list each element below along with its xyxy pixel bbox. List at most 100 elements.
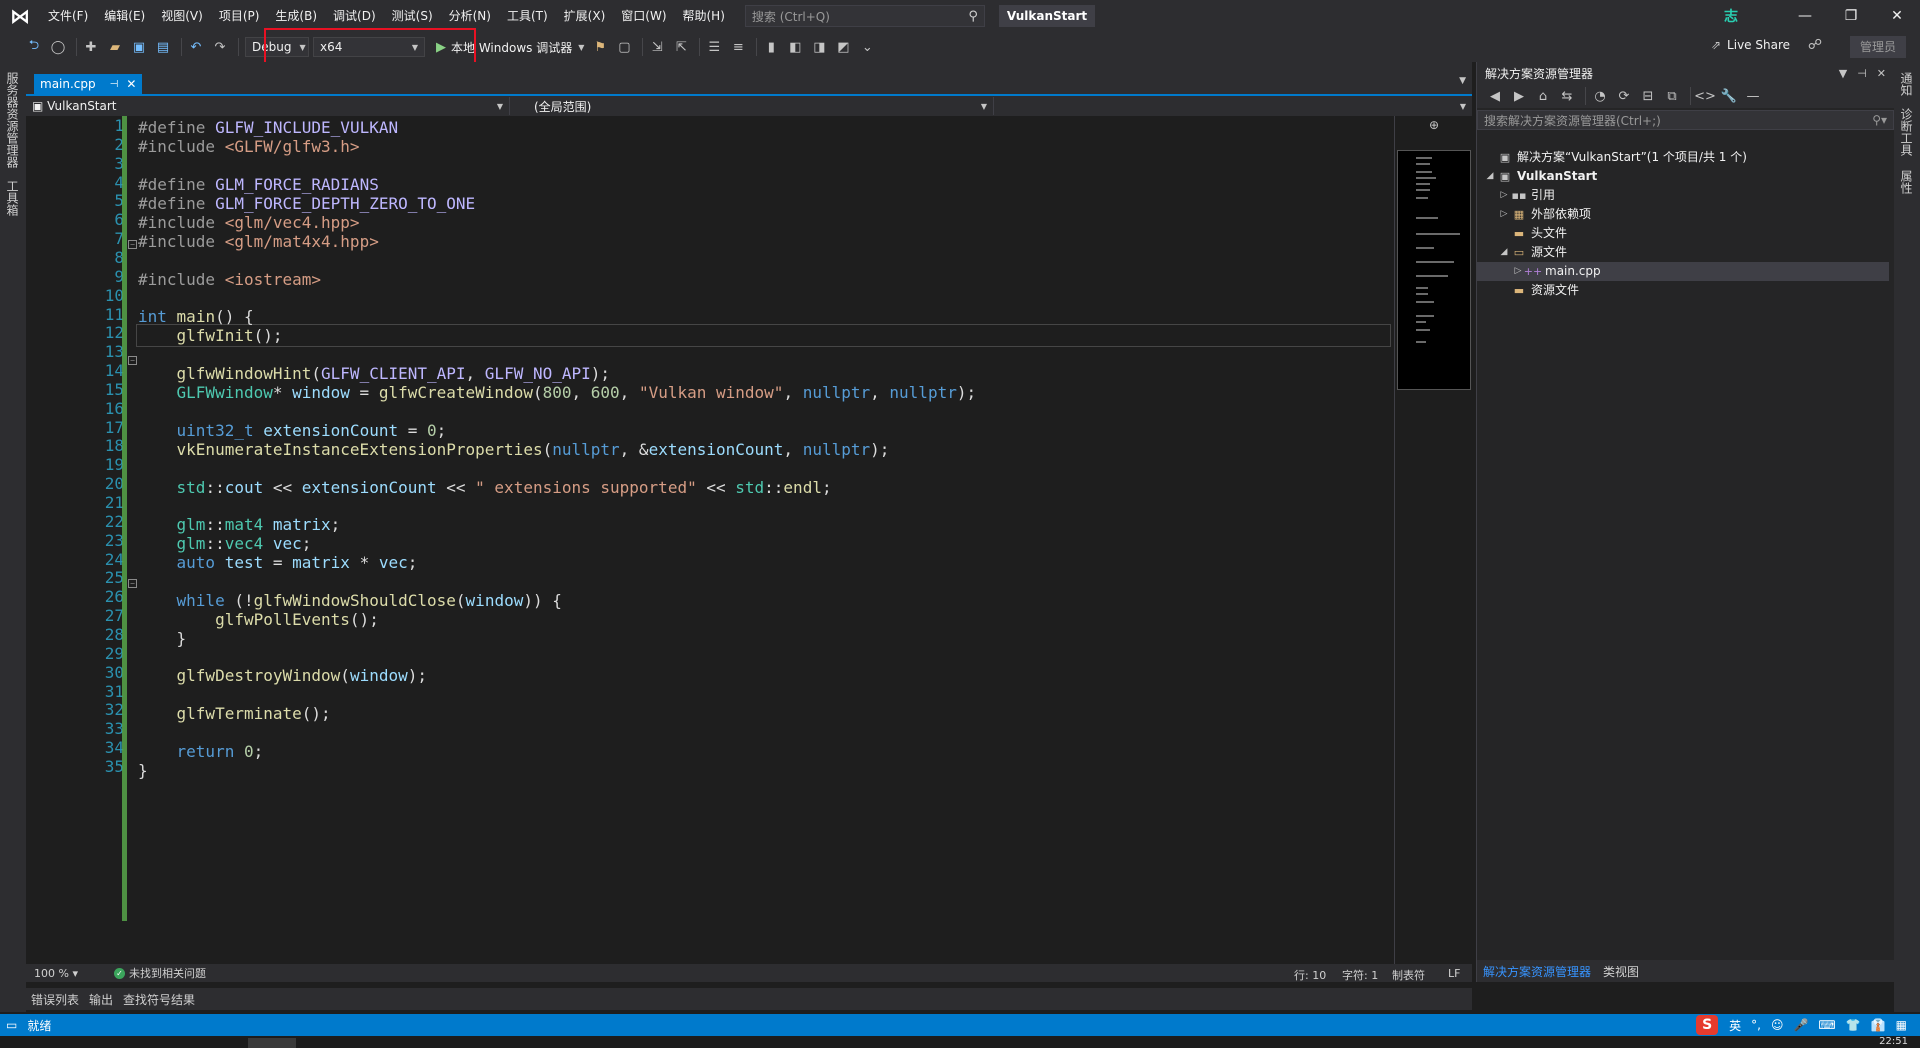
close-tab-icon[interactable]: ✕ xyxy=(126,77,136,91)
code-text-area[interactable]: #define GLFW_INCLUDE_VULKAN #include <GL… xyxy=(138,116,1378,964)
feedback-icon[interactable]: ☍ xyxy=(1808,37,1822,53)
menu-view[interactable]: 视图(V) xyxy=(153,0,211,32)
view-code-icon[interactable]: <> xyxy=(1694,86,1716,106)
tab-class-view[interactable]: 类视图 xyxy=(1597,963,1645,980)
punctuation-icon[interactable]: °, xyxy=(1751,1018,1761,1032)
forward-icon[interactable]: ◯ xyxy=(48,37,68,57)
switch-views-icon[interactable]: ⇆ xyxy=(1557,86,1577,106)
menu-window[interactable]: 窗口(W) xyxy=(613,0,674,32)
back-icon[interactable]: ◀ xyxy=(1485,86,1505,106)
notifications-tab[interactable]: 通知 xyxy=(1898,72,1915,96)
clear-bookmarks-icon[interactable]: ◩ xyxy=(833,37,853,57)
code-editor[interactable]: 1 2 3 4 5 6 7 8 9 10 11 12 13 14 15 16 17 18 19 20 21 22 23 24 2… xyxy=(26,116,1394,964)
diagnostic-tools-tab[interactable]: 诊断工具 xyxy=(1898,108,1915,156)
menu-edit[interactable]: 编辑(E) xyxy=(96,0,153,32)
save-all-icon[interactable]: ▤ xyxy=(153,37,173,57)
ime-logo-icon[interactable]: S xyxy=(1696,1015,1719,1035)
tabs-indicator[interactable]: 制表符 xyxy=(1392,967,1425,983)
live-share-button[interactable]: ⇗ Live Share xyxy=(1711,38,1790,52)
tab-solution-explorer[interactable]: 解决方案资源管理器 xyxy=(1477,963,1597,980)
tree-external-deps[interactable]: ▷ ▦ 外部依赖项 xyxy=(1497,205,1893,224)
tree-resource-files[interactable]: ▬ 资源文件 xyxy=(1497,281,1893,300)
collapse-icon[interactable]: − xyxy=(128,579,137,588)
hot-reload-icon[interactable]: ⚑ xyxy=(590,37,610,57)
ime-language[interactable]: 英 xyxy=(1729,1017,1741,1034)
tab-main-cpp[interactable]: main.cpp ⊣ ✕ xyxy=(34,74,143,94)
tree-header-files[interactable]: ▬ 头文件 xyxy=(1497,224,1893,243)
forward-icon[interactable]: ▶ xyxy=(1509,86,1529,106)
taskbar-active-app[interactable] xyxy=(248,1038,296,1048)
pin-icon[interactable]: ⊣ xyxy=(110,79,119,90)
grid-menu-icon[interactable]: ▦ xyxy=(1896,1018,1907,1032)
back-icon[interactable]: ⮌ xyxy=(24,37,44,57)
preview-icon[interactable]: — xyxy=(1743,86,1763,106)
expanded-arrow-icon[interactable]: ◢ xyxy=(1483,167,1497,186)
close-icon[interactable]: ✕ xyxy=(1877,67,1886,80)
zoom-dropdown[interactable]: 100 % ▾ xyxy=(26,967,86,980)
chevron-down-icon[interactable]: ▼ xyxy=(1839,67,1847,80)
issues-indicator[interactable]: ✓ 未找到相关问题 xyxy=(114,965,206,981)
collapsed-arrow-icon[interactable]: ▷ xyxy=(1497,186,1511,205)
screenshot-icon[interactable]: ▢ xyxy=(614,37,634,57)
tab-overflow-icon[interactable]: ▼ xyxy=(1459,76,1466,86)
open-file-icon[interactable]: ▰ xyxy=(105,37,125,57)
search-icon[interactable]: ⚲ xyxy=(968,9,978,24)
redo-icon[interactable]: ↷ xyxy=(210,37,230,57)
properties-icon[interactable]: 🔧 xyxy=(1719,86,1739,106)
comment-icon[interactable]: ☰ xyxy=(704,37,724,57)
account-icon[interactable]: 志 xyxy=(1724,6,1738,26)
pin-icon[interactable]: ⊣ xyxy=(1857,67,1867,80)
minimap-viewport[interactable] xyxy=(1397,150,1471,390)
microphone-icon[interactable]: 🎤 xyxy=(1793,1018,1808,1032)
global-scope-dropdown[interactable]: (全局范围) ▼ xyxy=(510,97,994,115)
tab-error-list[interactable]: 错误列表 xyxy=(26,991,84,1008)
collapse-icon[interactable]: − xyxy=(128,356,137,365)
minimap-scrollbar[interactable]: ⊕ xyxy=(1394,116,1472,964)
tree-source-files[interactable]: ◢ ▭ 源文件 xyxy=(1497,243,1893,262)
project-scope-dropdown[interactable]: ▣ VulkanStart ▼ xyxy=(26,97,510,115)
tree-project[interactable]: ◢ ▣ VulkanStart xyxy=(1483,167,1893,186)
next-bookmark-icon[interactable]: ◨ xyxy=(809,37,829,57)
chevron-down-icon[interactable]: ▼ xyxy=(578,43,584,52)
undo-icon[interactable]: ↶ xyxy=(186,37,206,57)
show-all-files-icon[interactable]: ⧉ xyxy=(1662,86,1682,106)
tab-output[interactable]: 输出 xyxy=(84,991,118,1008)
save-icon[interactable]: ▣ xyxy=(129,37,149,57)
restore-button[interactable]: ❐ xyxy=(1828,0,1874,32)
home-icon[interactable]: ⌂ xyxy=(1533,86,1553,106)
quick-search-input[interactable]: 搜索 (Ctrl+Q) ⚲ xyxy=(744,5,985,27)
skin-icon[interactable]: 👔 xyxy=(1871,1018,1886,1032)
properties-tab[interactable]: 属性 xyxy=(1898,170,1915,194)
collapse-all-icon[interactable]: ⊟ xyxy=(1638,86,1658,106)
emoji-icon[interactable]: ☺ xyxy=(1771,1018,1784,1032)
sync-icon[interactable]: ⟳ xyxy=(1614,86,1634,106)
tree-main-cpp[interactable]: ▷ ++ main.cpp xyxy=(1477,262,1889,281)
menu-file[interactable]: 文件(F) xyxy=(40,0,96,32)
uncomment-icon[interactable]: ≡ xyxy=(728,37,748,57)
step-over-icon[interactable]: ⇱ xyxy=(671,37,691,57)
close-button[interactable]: ✕ xyxy=(1874,0,1920,32)
toolbox-tab[interactable]: 工具箱 xyxy=(4,180,21,216)
menu-project[interactable]: 项目(P) xyxy=(211,0,268,32)
eol-indicator[interactable]: LF xyxy=(1448,967,1460,980)
pending-changes-filter-icon[interactable]: ◔ xyxy=(1590,86,1610,106)
solution-search-input[interactable]: 搜索解决方案资源管理器(Ctrl+;) ⚲▾ xyxy=(1477,110,1894,130)
tree-references[interactable]: ▷ ▪▪ 引用 xyxy=(1497,186,1893,205)
menu-tools[interactable]: 工具(T) xyxy=(499,0,556,32)
split-window-icon[interactable]: ⊕ xyxy=(1429,118,1439,132)
member-dropdown[interactable]: ▼ xyxy=(994,97,1472,115)
tree-solution[interactable]: ▣ 解决方案“VulkanStart”(1 个项目/共 1 个) xyxy=(1483,148,1893,167)
collapse-icon[interactable]: − xyxy=(128,240,137,249)
user-icon[interactable]: 👕 xyxy=(1846,1018,1861,1032)
search-icon[interactable]: ⚲▾ xyxy=(1872,113,1887,127)
menu-help[interactable]: 帮助(H) xyxy=(675,0,733,32)
step-into-icon[interactable]: ⇲ xyxy=(647,37,667,57)
server-explorer-tab[interactable]: 服务器资源管理器 xyxy=(4,72,21,168)
prev-bookmark-icon[interactable]: ◧ xyxy=(785,37,805,57)
menu-extensions[interactable]: 扩展(X) xyxy=(556,0,614,32)
minimize-button[interactable]: — xyxy=(1782,0,1828,32)
expanded-arrow-icon[interactable]: ◢ xyxy=(1497,243,1511,262)
keyboard-icon[interactable]: ⌨ xyxy=(1818,1018,1835,1032)
toolbar-overflow-icon[interactable]: ⌄ xyxy=(857,37,877,57)
bookmark-icon[interactable]: ▮ xyxy=(761,37,781,57)
